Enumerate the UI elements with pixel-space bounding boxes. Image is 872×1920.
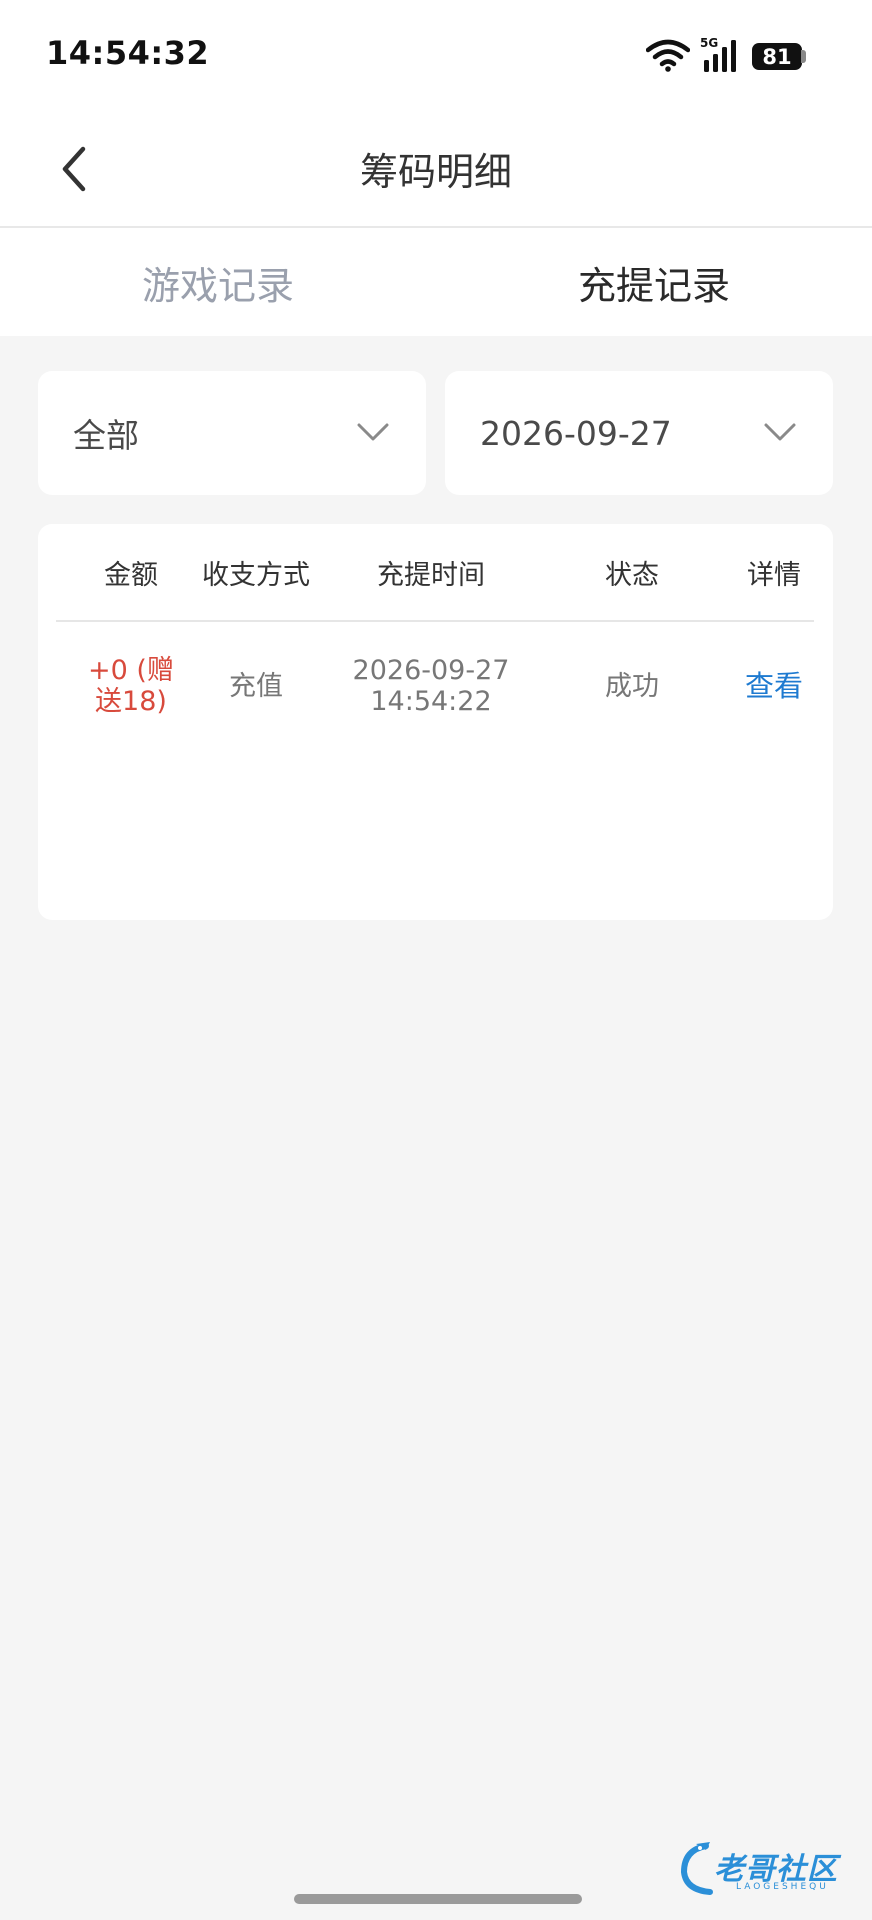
column-header-detail: 详情 bbox=[747, 559, 801, 591]
battery-icon: 81 bbox=[752, 43, 802, 70]
cell-method: 充值 bbox=[229, 670, 283, 702]
watermark-logo: 老哥社区 LAOGESHEQU bbox=[676, 1838, 860, 1900]
tab-game-records[interactable]: 游戏记录 bbox=[0, 228, 436, 336]
tab-deposit-withdraw-records[interactable]: 充提记录 bbox=[436, 228, 872, 336]
table-row: +0 (赠 送18) 充值 2026-09-27 14:54:22 成功 查看 bbox=[56, 624, 814, 748]
signal-icon bbox=[704, 40, 736, 72]
date-filter-dropdown[interactable]: 2026-09-27 bbox=[445, 371, 833, 495]
tab-bar: 游戏记录 充提记录 bbox=[0, 228, 872, 336]
view-detail-link[interactable]: 查看 bbox=[720, 624, 828, 748]
table-header: 金额 收支方式 充提时间 状态 详情 bbox=[56, 524, 814, 622]
type-filter-dropdown[interactable]: 全部 bbox=[38, 371, 426, 495]
column-header-status: 状态 bbox=[605, 559, 659, 591]
chevron-down-icon bbox=[357, 423, 389, 441]
back-button[interactable] bbox=[44, 134, 104, 204]
amount-line-2: 送18) bbox=[95, 686, 167, 717]
header: 筹码明细 bbox=[0, 110, 872, 228]
battery-level: 81 bbox=[762, 44, 792, 69]
cell-time-clock: 14:54:22 bbox=[370, 686, 492, 717]
home-indicator[interactable] bbox=[294, 1894, 582, 1904]
page: 14:54:32 5G 81 筹码明细 游戏记录 充提记录 全部 2026-09… bbox=[0, 0, 872, 1920]
status-time: 14:54:32 bbox=[46, 34, 210, 72]
status-bar: 14:54:32 5G 81 bbox=[0, 0, 872, 110]
column-header-time: 充提时间 bbox=[377, 559, 485, 591]
column-header-method: 收支方式 bbox=[202, 559, 310, 591]
cell-time: 2026-09-27 14:54:22 bbox=[318, 624, 544, 748]
cell-time-date: 2026-09-27 bbox=[352, 655, 510, 686]
watermark-subtext: LAOGESHEQU bbox=[736, 1882, 829, 1892]
wifi-icon bbox=[646, 39, 690, 72]
type-filter-value: 全部 bbox=[73, 416, 139, 455]
date-filter-value: 2026-09-27 bbox=[480, 413, 672, 453]
chevron-down-icon bbox=[764, 423, 796, 441]
battery-tip bbox=[801, 50, 806, 63]
column-header-amount: 金额 bbox=[104, 559, 158, 591]
chevron-left-icon bbox=[62, 146, 86, 192]
cell-amount: +0 (赠 送18) bbox=[68, 624, 194, 748]
page-title: 筹码明细 bbox=[359, 149, 512, 194]
cell-status: 成功 bbox=[605, 670, 659, 702]
records-table: 金额 收支方式 充提时间 状态 详情 +0 (赠 送18) 充值 2026-09… bbox=[38, 524, 833, 920]
amount-line-1: +0 (赠 bbox=[88, 655, 174, 686]
